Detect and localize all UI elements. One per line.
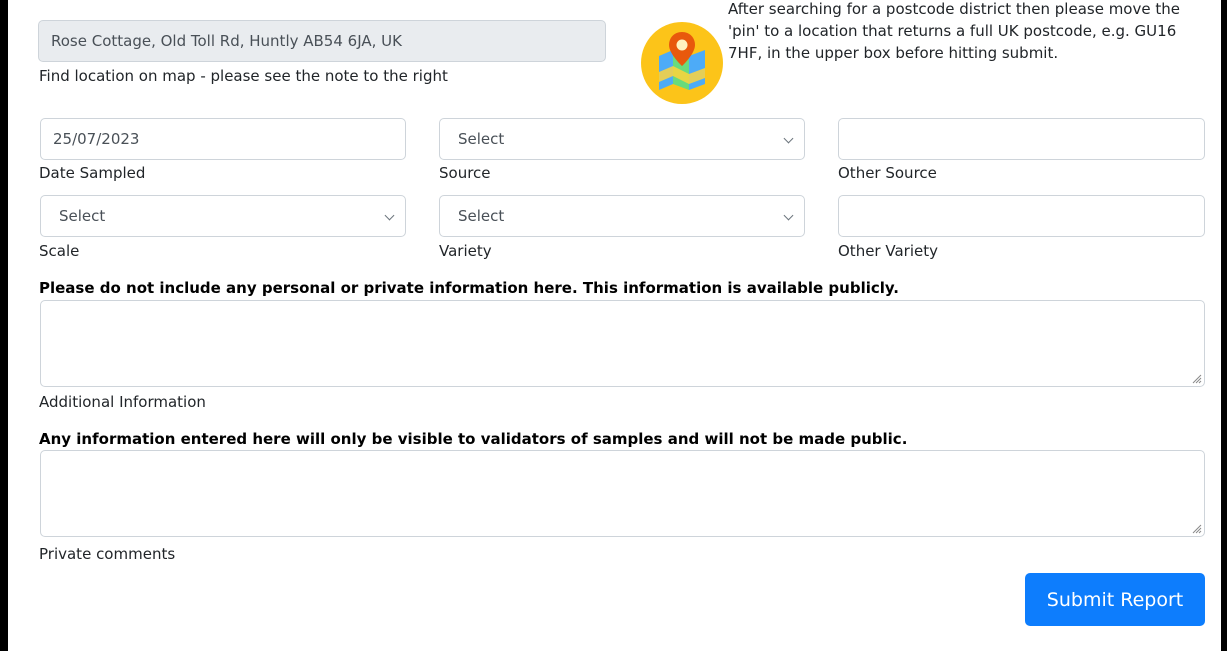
- report-form: Rose Cottage, Old Toll Rd, Huntly AB54 6…: [8, 0, 1221, 651]
- variety-selected: Select: [458, 207, 505, 225]
- scale-select[interactable]: Select: [40, 195, 406, 237]
- resize-grip-icon[interactable]: [1190, 372, 1202, 384]
- private-warning: Any information entered here will only b…: [39, 430, 908, 448]
- postcode-note: After searching for a postcode district …: [728, 0, 1180, 62]
- other-variety-input[interactable]: [838, 195, 1205, 237]
- source-label: Source: [439, 164, 491, 182]
- location-value: Rose Cottage, Old Toll Rd, Huntly AB54 6…: [51, 32, 402, 50]
- chevron-down-icon: [384, 210, 395, 221]
- resize-grip-icon[interactable]: [1190, 522, 1202, 534]
- other-source-label: Other Source: [838, 164, 937, 182]
- private-comments-label: Private comments: [39, 545, 176, 563]
- variety-label: Variety: [439, 242, 492, 260]
- chevron-down-icon: [783, 133, 794, 144]
- source-selected: Select: [458, 130, 505, 148]
- additional-info-label: Additional Information: [39, 393, 206, 411]
- other-variety-label: Other Variety: [838, 242, 938, 260]
- date-sampled-label: Date Sampled: [39, 164, 146, 182]
- map-pin-icon: [641, 22, 723, 104]
- date-sampled-input[interactable]: 25/07/2023: [40, 118, 406, 160]
- location-field[interactable]: Rose Cottage, Old Toll Rd, Huntly AB54 6…: [38, 20, 606, 62]
- date-sampled-value: 25/07/2023: [53, 130, 140, 148]
- scale-selected: Select: [59, 207, 106, 225]
- variety-select[interactable]: Select: [439, 195, 805, 237]
- chevron-down-icon: [783, 210, 794, 221]
- scale-label: Scale: [39, 242, 80, 260]
- public-warning: Please do not include any personal or pr…: [39, 279, 899, 297]
- other-source-input[interactable]: [838, 118, 1205, 160]
- private-comments-textarea[interactable]: [40, 450, 1205, 537]
- location-label: Find location on map - please see the no…: [39, 67, 448, 85]
- additional-info-textarea[interactable]: [40, 300, 1205, 387]
- submit-report-button[interactable]: Submit Report: [1025, 573, 1205, 626]
- source-select[interactable]: Select: [439, 118, 805, 160]
